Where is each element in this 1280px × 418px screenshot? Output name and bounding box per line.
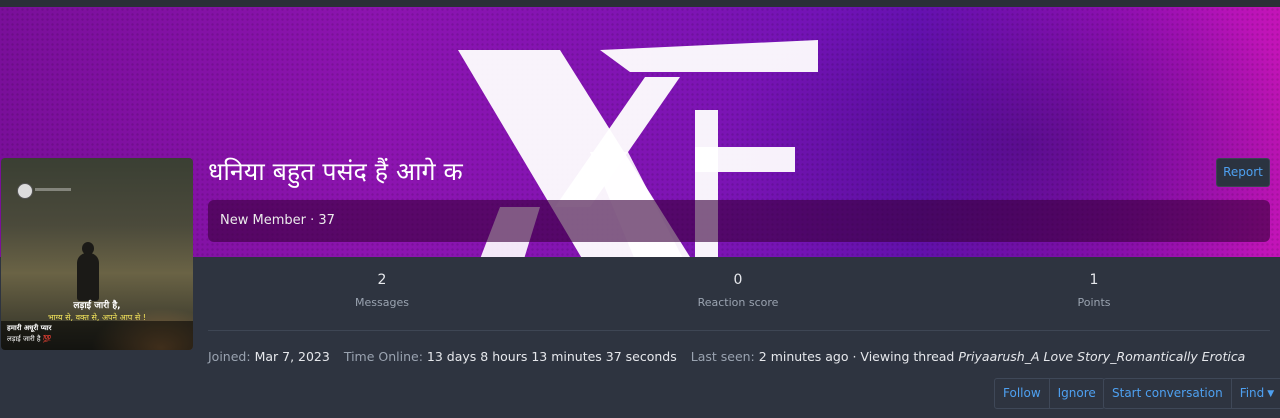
joined-label: Joined: [208, 349, 251, 364]
chevron-down-icon: ▼ [1267, 389, 1275, 399]
profile-info-row: Joined: Mar 7, 2023 Time Online: 13 days… [208, 349, 1270, 364]
avatar-text-line1: लड़ाई जारी है, [73, 301, 121, 311]
viewing-thread-link[interactable]: Priyaarush_A Love Story_Romantically Ero… [958, 349, 1245, 364]
stat-points-label: Points [1077, 296, 1111, 309]
conversation-find-group: Start conversation Find ▼ [1103, 378, 1280, 409]
find-button-label: Find [1239, 386, 1265, 400]
follow-button[interactable]: Follow [995, 379, 1049, 408]
stat-points-value: 1 [1089, 272, 1099, 288]
user-title: New Member · 37 [220, 213, 335, 228]
follow-ignore-group: Follow Ignore [994, 378, 1105, 409]
time-online-value: 13 days 8 hours 13 minutes 37 seconds [426, 349, 677, 364]
top-bar [0, 0, 1280, 7]
stat-reaction-score[interactable]: 0 Reaction score [638, 270, 838, 309]
stats-divider [208, 330, 1270, 331]
user-title-bar: New Member · 37 [208, 200, 1270, 242]
user-avatar[interactable]: लड़ाई जारी है, भाग्य से, वक्त से, अपने आ… [1, 158, 193, 350]
stat-reaction-label: Reaction score [697, 296, 779, 309]
avatar-caption-1: हमारी अधूरी प्यार [7, 324, 52, 332]
profile-username: धनिया बहुत पसंद हैं आगे क [208, 157, 463, 186]
last-seen-label: Last seen: [690, 349, 755, 364]
time-online-label: Time Online: [343, 349, 423, 364]
avatar-caption-2: लड़ाई जारी है 💯 [7, 335, 52, 343]
profile-stats: 2 Messages 0 Reaction score 1 Points [208, 270, 1270, 320]
joined-value: Mar 7, 2023 [254, 349, 330, 364]
stat-reaction-value: 0 [733, 272, 743, 288]
stat-messages-label: Messages [355, 296, 409, 309]
avatar-caption-strip: हमारी अधूरी प्यार लड़ाई जारी है 💯 [1, 321, 193, 350]
avatar-channel-name [35, 188, 71, 191]
avatar-channel-logo-icon [17, 183, 33, 199]
start-conversation-button[interactable]: Start conversation [1104, 379, 1231, 408]
ignore-button[interactable]: Ignore [1048, 379, 1104, 408]
report-button[interactable]: Report [1216, 158, 1270, 187]
stat-messages-value: 2 [377, 272, 387, 288]
stat-messages[interactable]: 2 Messages [282, 270, 482, 309]
avatar-person-silhouette [77, 253, 99, 301]
stat-points[interactable]: 1 Points [994, 270, 1194, 309]
find-button[interactable]: Find ▼ [1230, 379, 1280, 408]
last-seen-value: 2 minutes ago · Viewing thread [758, 349, 955, 364]
